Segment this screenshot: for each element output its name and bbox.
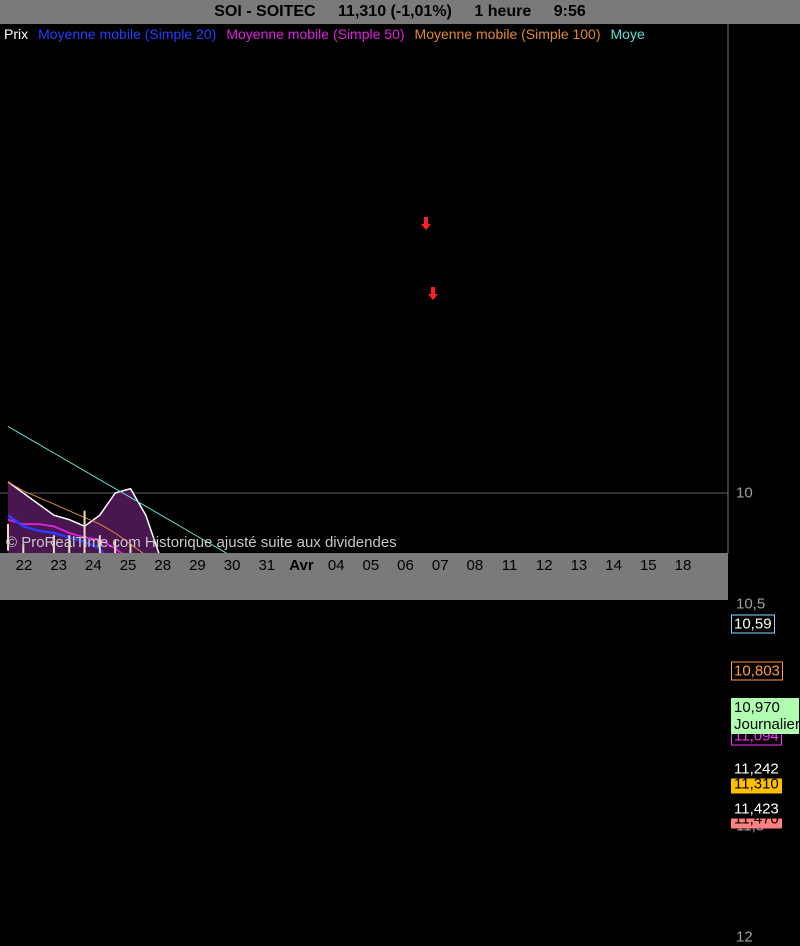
x-tick-label: 07 — [431, 557, 449, 574]
x-tick-label: 06 — [397, 557, 414, 574]
x-tick-label: 18 — [674, 557, 692, 574]
price-tag-3: 11,242 — [731, 759, 782, 779]
x-tick-label: 30 — [223, 557, 241, 574]
x-tick-label: 31 — [258, 557, 276, 574]
x-tick-label: 25 — [119, 557, 137, 574]
x-tick-label: 12 — [535, 557, 553, 574]
legend-item-1: Moyenne mobile (Simple 20) — [38, 26, 217, 42]
price-tag-5: 10,970 Journalier — [731, 698, 800, 735]
x-tick-label: 15 — [639, 557, 657, 574]
y-tick-label: 10 — [736, 484, 753, 502]
x-tick-label: 14 — [605, 557, 622, 574]
legend-item-3: Moyenne mobile (Simple 100) — [414, 26, 601, 42]
x-tick-label: 04 — [327, 557, 345, 574]
copyright-note: © ProRealTime.com Historique ajusté suit… — [6, 534, 397, 551]
legend-item-2: Moyenne mobile (Simple 50) — [226, 26, 405, 42]
legend-item-4: Moye — [610, 26, 645, 42]
down-arrow-icon-0 — [421, 217, 431, 230]
x-tick-label: 08 — [466, 557, 484, 574]
price-tag-6: 10,803 — [731, 661, 783, 681]
price-tag-7: 10,59 — [731, 614, 775, 634]
price-chart[interactable] — [0, 0, 800, 600]
journalier-label: Journalier — [734, 716, 800, 734]
price-tag-1: 11,423 — [731, 799, 782, 819]
y-tick-label: 12 — [736, 928, 753, 946]
legend-item-0: Prix — [4, 26, 29, 42]
legend: Prix Moyenne mobile (Simple 20) Moyenne mo… — [4, 24, 726, 44]
x-tick-label: 22 — [15, 557, 33, 574]
x-tick-label: 13 — [570, 557, 588, 574]
x-tick-label: 24 — [85, 557, 102, 574]
x-tick-label: 11 — [501, 557, 518, 574]
x-tick-label: 28 — [154, 557, 172, 574]
x-tick-label: 29 — [189, 557, 206, 574]
down-arrow-icon-1 — [428, 287, 438, 300]
x-tick-label: Avr — [289, 557, 314, 574]
y-tick-label: 10,5 — [736, 595, 766, 613]
x-tick-label: 23 — [50, 557, 68, 574]
x-tick-label: 05 — [362, 557, 380, 574]
